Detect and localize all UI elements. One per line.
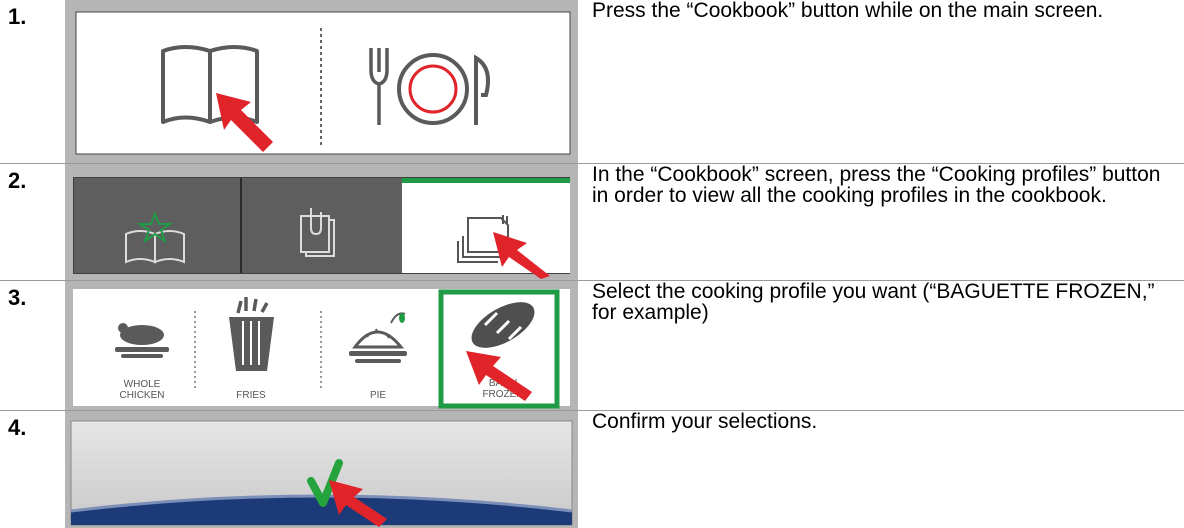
- step-description: Press the “Cookbook” button while on the…: [592, 0, 1104, 22]
- step-number: 4.: [8, 415, 27, 440]
- step-2-row: 2. In the “Cookbook” screen, press the “…: [0, 164, 1184, 280]
- step-2-screen: [65, 164, 578, 280]
- step-description: In the “Cookbook” screen, press the “Coo…: [592, 163, 1161, 207]
- profile-label: PIE: [370, 390, 386, 401]
- step-4-screen: [65, 411, 578, 528]
- step-number: 2.: [8, 168, 27, 193]
- step-description: Confirm your selections.: [592, 410, 818, 433]
- step-3-screen: WHOLE CHICKEN FRIES PIE FROZEN: [65, 281, 578, 410]
- step-1-screen: [65, 0, 578, 163]
- step-3-row: 3. WHOLE CHICKEN FRIES PIE FROZEN Select…: [0, 281, 1184, 410]
- step-description: Select the cooking profile you want (“BA…: [592, 280, 1155, 324]
- clipped-documents-icon: [300, 208, 335, 257]
- step-4-row: 4. Confirm your selections.: [0, 411, 1184, 528]
- profile-label: FRIES: [236, 390, 266, 401]
- profile-baguette-frozen[interactable]: BAGU FROZEN: [438, 289, 560, 409]
- step-1-row: 1. Press the “Cookbook” button while on …: [0, 0, 1184, 163]
- cooking-profiles-tab[interactable]: [402, 178, 570, 279]
- step-number: 1.: [8, 4, 27, 29]
- clipboard-tab[interactable]: [242, 178, 402, 273]
- favorites-tab[interactable]: [74, 178, 240, 273]
- step-number: 3.: [8, 285, 27, 310]
- profile-label: CHICKEN: [119, 390, 164, 401]
- profile-label: WHOLE: [124, 379, 161, 390]
